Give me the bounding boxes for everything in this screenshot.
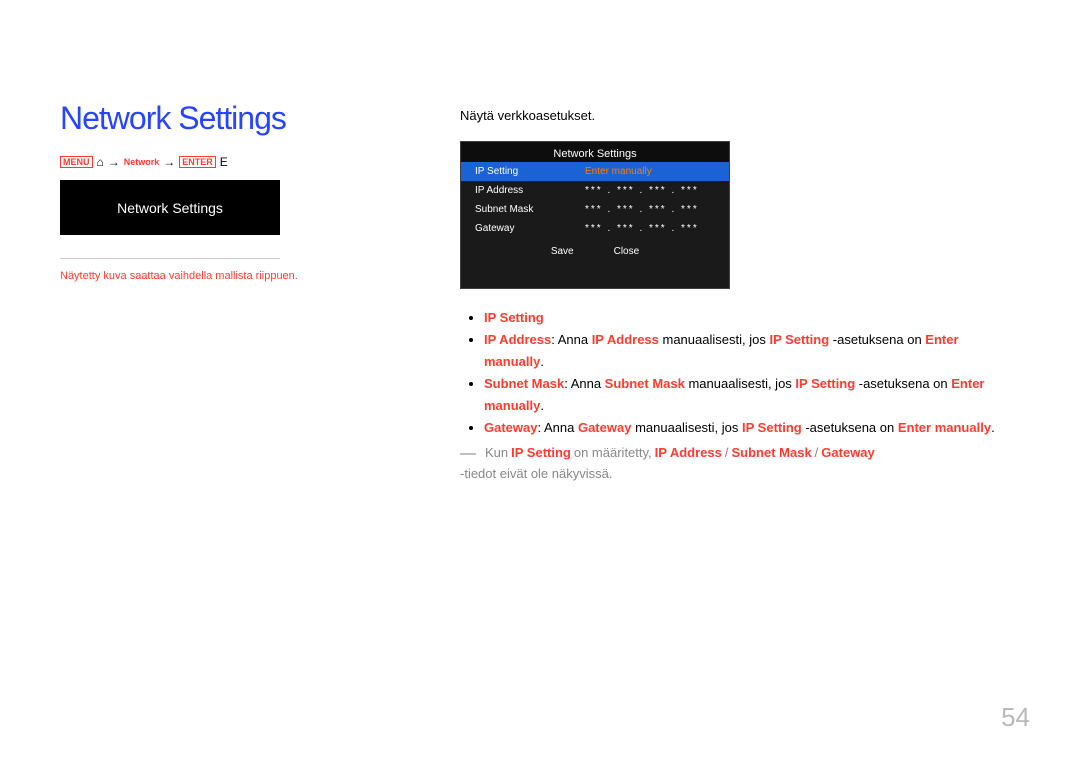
note-text: Kun bbox=[485, 445, 508, 463]
nav-path: MENU ⌂ → Network → ENTER E bbox=[60, 155, 228, 169]
page-number: 54 bbox=[1001, 702, 1030, 733]
bullet-label: Subnet Mask bbox=[484, 376, 564, 391]
gateway-label: Gateway bbox=[475, 223, 585, 234]
bullet-red: IP Setting bbox=[742, 420, 802, 435]
note-line: ― Kun IP Setting on määritetty, IP Addre… bbox=[460, 445, 1020, 481]
bullet-text: manuaalisesti, jos bbox=[659, 332, 770, 347]
arrow-icon: → bbox=[108, 155, 120, 169]
bullet-red: IP Setting bbox=[769, 332, 829, 347]
menu-preview-box: Network Settings bbox=[60, 180, 280, 235]
divider bbox=[60, 258, 280, 259]
panel-row-ipaddress[interactable]: IP Address *** . *** . *** . *** bbox=[461, 181, 729, 200]
note-red: IP Address bbox=[655, 445, 722, 463]
panel-button-row: Save Close bbox=[461, 238, 729, 265]
ipaddress-value: *** . *** . *** . *** bbox=[585, 185, 715, 196]
bullet-text: -asetuksena on bbox=[855, 376, 951, 391]
bullet-text: . bbox=[540, 354, 544, 369]
network-settings-panel: Network Settings IP Setting Enter manual… bbox=[460, 141, 730, 289]
note-text: / bbox=[725, 445, 729, 463]
bullet-text: : Anna bbox=[564, 376, 604, 391]
panel-title: Network Settings bbox=[461, 142, 729, 162]
bullet-text: : Anna bbox=[551, 332, 591, 347]
list-item: Gateway: Anna Gateway manuaalisesti, jos… bbox=[484, 417, 1020, 439]
note-red: Subnet Mask bbox=[731, 445, 811, 463]
note-text: on määritetty, bbox=[574, 445, 652, 463]
bullet-label: Gateway bbox=[484, 420, 537, 435]
note-text: -tiedot eivät ole näkyvissä. bbox=[460, 466, 612, 481]
disclaimer-text: Näytetty kuva saattaa vaihdella mallista… bbox=[60, 270, 298, 282]
bullet-red: Subnet Mask bbox=[605, 376, 685, 391]
close-button[interactable]: Close bbox=[614, 246, 640, 257]
bullet-text: : Anna bbox=[537, 420, 577, 435]
bullet-red: IP Address bbox=[592, 332, 659, 347]
bullet-label: IP Address bbox=[484, 332, 551, 347]
panel-row-gateway[interactable]: Gateway *** . *** . *** . *** bbox=[461, 219, 729, 238]
dash-icon: ― bbox=[460, 445, 476, 463]
menu-icon: MENU bbox=[60, 156, 93, 168]
gateway-value: *** . *** . *** . *** bbox=[585, 223, 715, 234]
bullet-text: manuaalisesti, jos bbox=[685, 376, 796, 391]
enter-e: E bbox=[220, 155, 228, 169]
right-column: Näytä verkkoasetukset. Network Settings … bbox=[460, 108, 1020, 481]
bullet-text: manuaalisesti, jos bbox=[631, 420, 742, 435]
bullet-red: Gateway bbox=[578, 420, 631, 435]
save-button[interactable]: Save bbox=[551, 246, 574, 257]
arrow-icon: → bbox=[163, 155, 175, 169]
subnet-value: *** . *** . *** . *** bbox=[585, 204, 715, 215]
nav-label: Network bbox=[124, 157, 160, 167]
ipsetting-value: Enter manually bbox=[585, 166, 652, 177]
bullet-text: . bbox=[540, 398, 544, 413]
bullet-red: Enter manually bbox=[898, 420, 991, 435]
bullet-text: -asetuksena on bbox=[802, 420, 898, 435]
menu-box-label: Network Settings bbox=[117, 200, 223, 216]
subnet-label: Subnet Mask bbox=[475, 204, 585, 215]
panel-row-subnet[interactable]: Subnet Mask *** . *** . *** . *** bbox=[461, 200, 729, 219]
note-text: / bbox=[815, 445, 819, 463]
page-title: Network Settings bbox=[60, 100, 286, 137]
list-item: Subnet Mask: Anna Subnet Mask manuaalise… bbox=[484, 373, 1020, 417]
list-item: IP Setting bbox=[484, 307, 1020, 329]
bullet-red: IP Setting bbox=[795, 376, 855, 391]
bullet-text: -asetuksena on bbox=[829, 332, 925, 347]
note-red: Gateway bbox=[821, 445, 874, 463]
enter-icon: ENTER bbox=[179, 156, 216, 168]
intro-text: Näytä verkkoasetukset. bbox=[460, 108, 1020, 123]
ipaddress-label: IP Address bbox=[475, 185, 585, 196]
bullet-text: . bbox=[991, 420, 995, 435]
ipsetting-label: IP Setting bbox=[475, 166, 585, 177]
bullet-label: IP Setting bbox=[484, 310, 544, 325]
home-icon: ⌂ bbox=[97, 155, 104, 169]
bullet-list: IP Setting IP Address: Anna IP Address m… bbox=[484, 307, 1020, 439]
panel-row-ipsetting[interactable]: IP Setting Enter manually bbox=[461, 162, 729, 181]
list-item: IP Address: Anna IP Address manuaalisest… bbox=[484, 329, 1020, 373]
note-red: IP Setting bbox=[511, 445, 571, 463]
